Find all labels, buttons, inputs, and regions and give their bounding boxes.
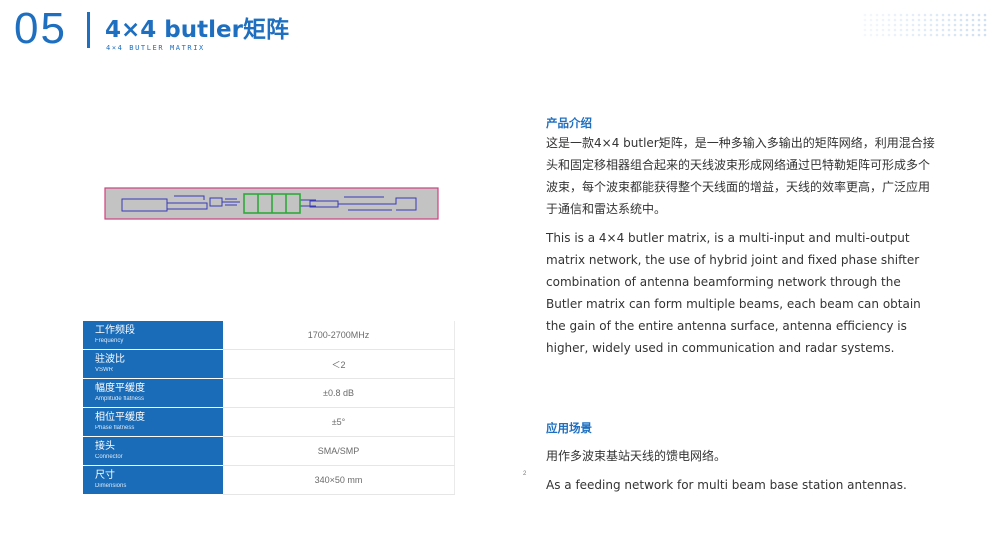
decorative-dots bbox=[863, 13, 987, 37]
spec-label-en: VSWR bbox=[95, 366, 113, 373]
intro-title: 产品介绍 bbox=[546, 116, 592, 130]
spec-label: 工作频段 Frequency bbox=[83, 321, 223, 350]
spec-row: 幅度平缓度 Amplitude flatness ±0.8 dB bbox=[83, 378, 455, 408]
spec-row: 尺寸 Dimensions 340×50 mm 2 bbox=[83, 465, 526, 495]
spec-label-en: Phase flatness bbox=[95, 424, 135, 431]
spec-row: 相位平缓度 Phase flatness ±5° bbox=[83, 407, 455, 437]
spec-value-cell: 340×50 mm 2 bbox=[223, 465, 526, 495]
spec-label: 幅度平缓度 Amplitude flatness bbox=[83, 378, 223, 408]
spec-label-en: Connector bbox=[95, 453, 123, 460]
spec-value-cell: 1700-2700MHz bbox=[223, 321, 455, 350]
butler-matrix-circuit-image bbox=[104, 187, 439, 220]
spec-label: 相位平缓度 Phase flatness bbox=[83, 407, 223, 437]
spec-value-cell: SMA/SMP bbox=[223, 436, 455, 466]
page-subtitle: 4×4 BUTLER MATRIX bbox=[106, 44, 205, 52]
spec-label: 接头 Connector bbox=[83, 436, 223, 466]
spec-value-cell: ＜2 bbox=[223, 349, 455, 379]
intro-text-zh: 这是一款4×4 butler矩阵，是一种多输入多输出的矩阵网络，利用混合接头和固… bbox=[546, 136, 935, 216]
spec-label-en: Dimensions bbox=[95, 482, 127, 489]
intro-text-en: This is a 4×4 butler matrix, is a multi-… bbox=[546, 231, 921, 355]
spec-label-en: Amplitude flatness bbox=[95, 395, 145, 402]
spec-value-cell: ±5° bbox=[223, 407, 455, 437]
page-title: 4×4 butler矩阵 bbox=[105, 17, 289, 43]
spec-label: 尺寸 Dimensions bbox=[83, 465, 223, 495]
application-text-zh: 用作多波束基站天线的馈电网络。 bbox=[546, 449, 727, 463]
spec-value: ＜2 bbox=[331, 359, 346, 370]
spec-label: 驻波比 VSWR bbox=[83, 349, 223, 379]
spec-label-zh: 接头 bbox=[95, 440, 115, 452]
spec-label-zh: 相位平缓度 bbox=[95, 411, 145, 423]
spec-value: 1700-2700MHz bbox=[307, 330, 370, 340]
spec-value: 340×50 mm bbox=[314, 475, 363, 485]
spec-value: SMA/SMP bbox=[317, 446, 360, 456]
spec-label-zh: 工作频段 bbox=[95, 324, 135, 336]
spec-value-cell: ±0.8 dB bbox=[223, 378, 455, 408]
header-divider bbox=[87, 12, 90, 48]
spec-row: 驻波比 VSWR ＜2 bbox=[83, 349, 455, 379]
application-text-en: As a feeding network for multi beam base… bbox=[546, 478, 907, 492]
spec-value: ±5° bbox=[331, 417, 346, 427]
section-number: 05 bbox=[14, 4, 67, 53]
spec-value-superscript: 2 bbox=[523, 471, 527, 477]
spec-label-zh: 幅度平缓度 bbox=[95, 382, 145, 394]
spec-row: 接头 Connector SMA/SMP bbox=[83, 436, 455, 466]
spec-label-zh: 驻波比 bbox=[95, 353, 125, 365]
application-title: 应用场景 bbox=[546, 421, 592, 435]
spec-label-zh: 尺寸 bbox=[95, 469, 115, 481]
spec-table: 工作频段 Frequency 1700-2700MHz 驻波比 VSWR ＜2 幅度平缓度 A… bbox=[83, 321, 526, 495]
spec-value: ±0.8 dB bbox=[323, 388, 354, 398]
spec-label-en: Frequency bbox=[95, 337, 124, 344]
spec-row: 工作频段 Frequency 1700-2700MHz bbox=[83, 321, 455, 350]
